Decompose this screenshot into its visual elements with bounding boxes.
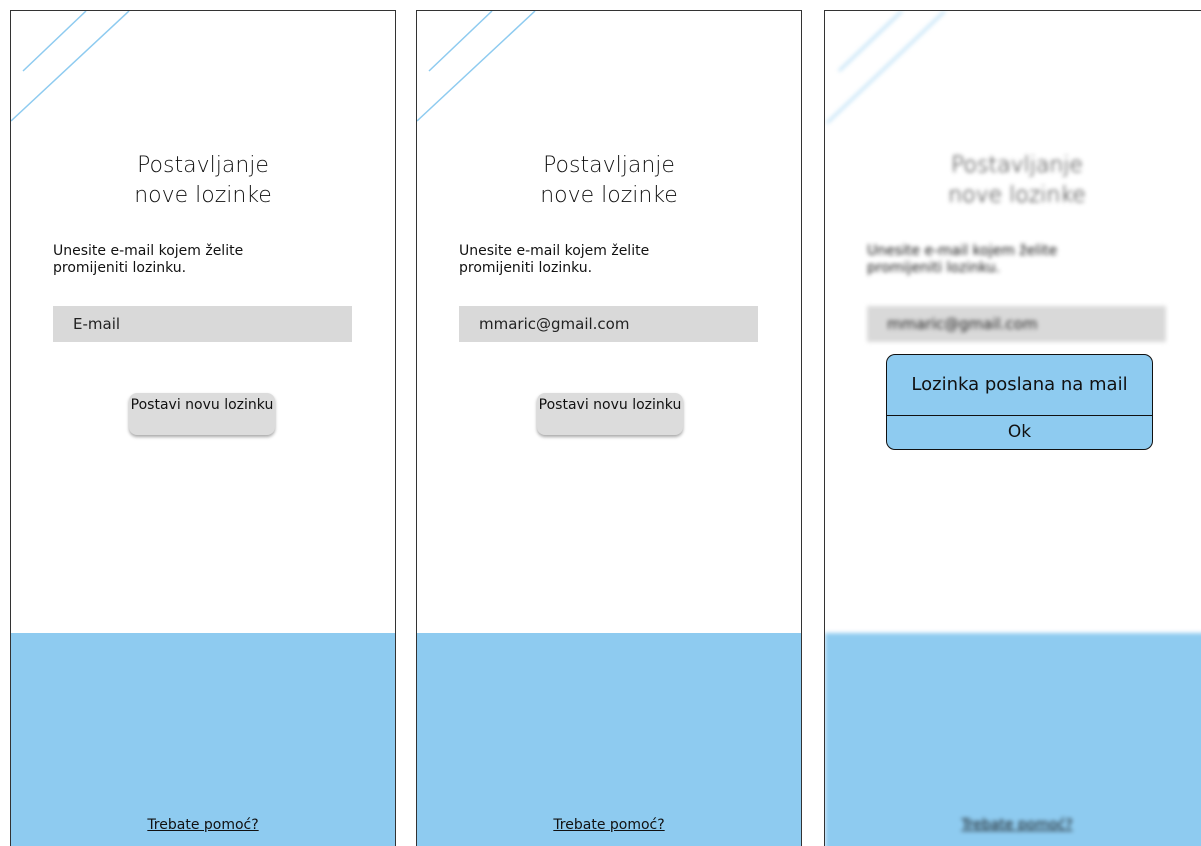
set-new-password-button[interactable]: Postavi novu lozinku: [129, 393, 275, 435]
email-field[interactable]: mmaric@gmail.com: [459, 306, 758, 342]
title-line-2: nove lozinke: [540, 183, 678, 208]
page-title: Postavljanje nove lozinke: [11, 151, 395, 211]
decorative-stripes-icon: [826, 11, 946, 124]
reset-password-screen-confirmation: Postavljanje nove lozinke Unesite e-mail…: [824, 10, 1201, 846]
help-link[interactable]: Trebate pomoć?: [417, 817, 801, 833]
decorative-stripes-icon: [417, 11, 536, 122]
help-link: Trebate pomoć?: [961, 817, 1073, 833]
footer-band: [417, 633, 801, 846]
ok-button[interactable]: Ok: [887, 415, 1152, 449]
title-line-1: Postavljanje: [137, 153, 269, 178]
reset-password-screen-filled: Postavljanje nove lozinke Unesite e-mail…: [416, 10, 802, 846]
confirmation-dialog: Lozinka poslana na mail Ok: [886, 354, 1153, 450]
title-line-2: nove lozinke: [134, 183, 272, 208]
page-title: Postavljanje nove lozinke: [417, 151, 801, 211]
instruction-text: Unesite e-mail kojem želite promijeniti …: [459, 243, 650, 276]
instruction-text: Unesite e-mail kojem želite promijeniti …: [53, 243, 244, 276]
title-line-2: nove lozinke: [948, 183, 1086, 208]
reset-password-screen-empty: Postavljanje nove lozinke Unesite e-mail…: [10, 10, 396, 846]
title-line-1: Postavljanje: [543, 153, 675, 178]
email-field: mmaric@gmail.com: [867, 306, 1166, 342]
decorative-stripes-icon: [11, 11, 130, 122]
help-link[interactable]: Trebate pomoć?: [11, 817, 395, 833]
title-line-1: Postavljanje: [951, 153, 1083, 178]
footer-band: [11, 633, 395, 846]
email-field[interactable]: E-mail: [53, 306, 352, 342]
dialog-message: Lozinka poslana na mail: [911, 374, 1128, 395]
instruction-text: Unesite e-mail kojem želite promijeniti …: [867, 243, 1058, 276]
set-new-password-button[interactable]: Postavi novu lozinku: [537, 393, 683, 435]
footer-band: [825, 633, 1201, 846]
page-title: Postavljanje nove lozinke: [825, 151, 1201, 211]
